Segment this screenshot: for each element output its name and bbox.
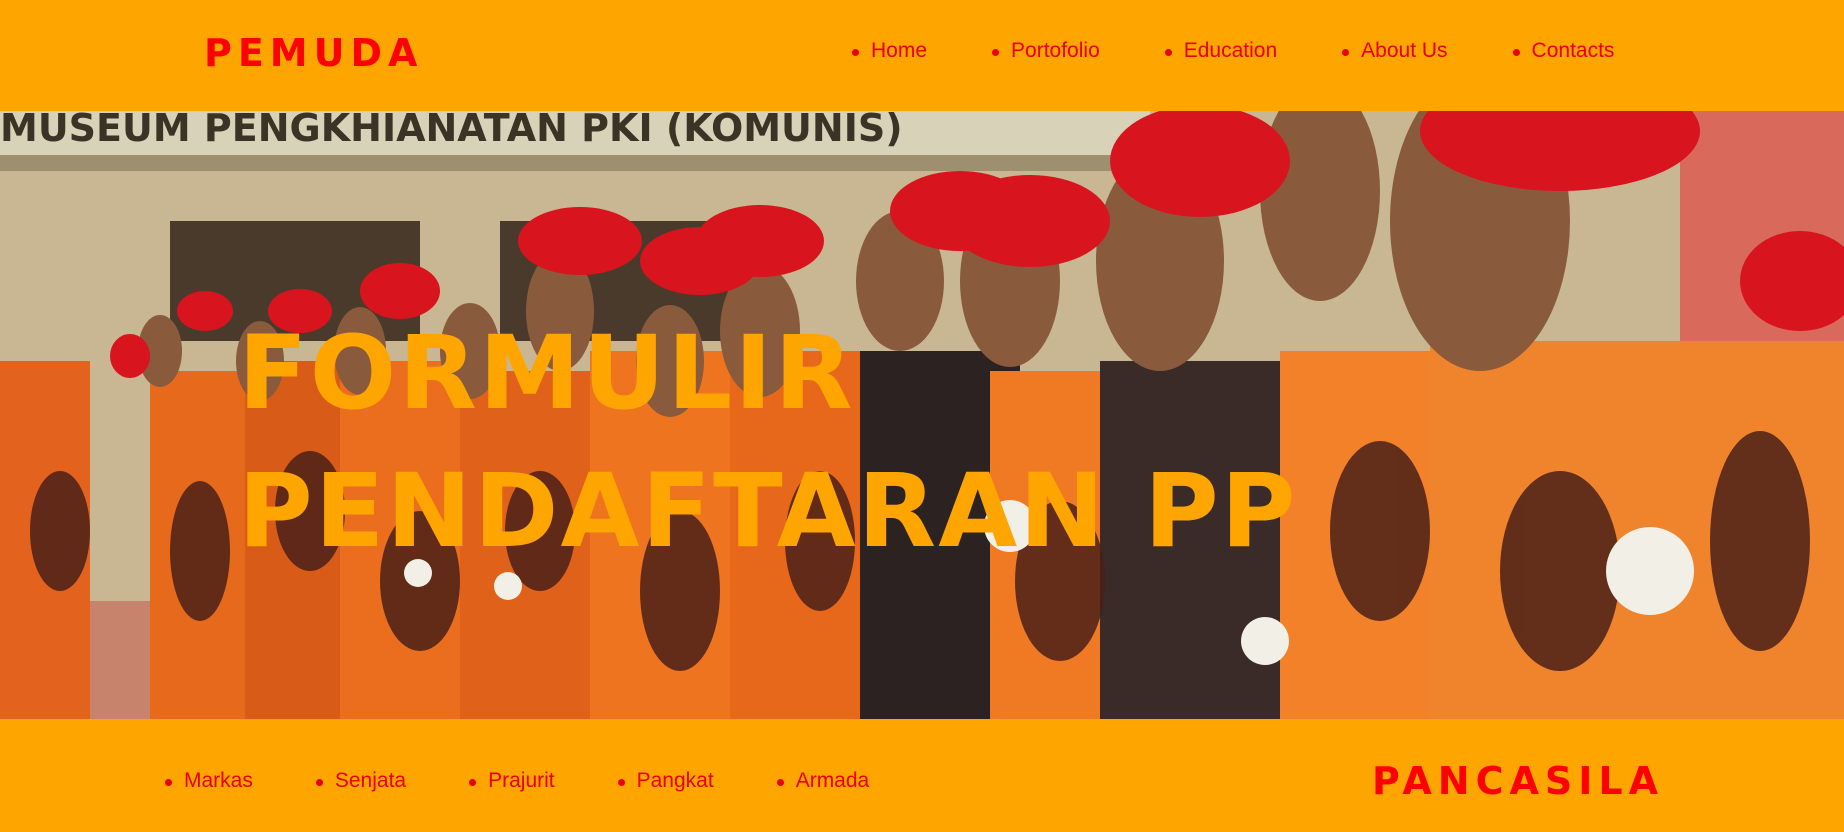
- footer-nav-item-prajurit[interactable]: Prajurit: [467, 769, 555, 793]
- footer-nav-item-pangkat[interactable]: Pangkat: [616, 769, 714, 793]
- footer-nav-item-armada[interactable]: Armada: [775, 769, 869, 793]
- hero-section: MUSEUM PENGKHIANATAN PKI (KOMUNIS) FORMU…: [0, 111, 1844, 719]
- nav-item-home[interactable]: Home: [850, 39, 927, 63]
- footer-nav-item-markas[interactable]: Markas: [163, 769, 253, 793]
- nav-item-education[interactable]: Education: [1163, 39, 1277, 63]
- top-header: PEMUDA Home Portofolio Education About U…: [0, 0, 1844, 111]
- main-nav: Home Portofolio Education About Us Conta…: [850, 39, 1677, 63]
- footer-nav-item-senjata[interactable]: Senjata: [314, 769, 406, 793]
- footer-brand[interactable]: PANCASILA: [1372, 762, 1664, 800]
- nav-item-contacts[interactable]: Contacts: [1511, 39, 1614, 63]
- nav-item-about-us[interactable]: About Us: [1340, 39, 1448, 63]
- nav-item-portofolio[interactable]: Portofolio: [990, 39, 1100, 63]
- museum-banner-text: MUSEUM PENGKHIANATAN PKI (KOMUNIS): [0, 111, 903, 150]
- page-title: FORMULIR PENDAFTARAN PP: [238, 314, 1298, 571]
- footer-nav: Markas Senjata Prajurit Pangkat Armada: [163, 769, 930, 793]
- brand-logo[interactable]: PEMUDA: [204, 34, 423, 72]
